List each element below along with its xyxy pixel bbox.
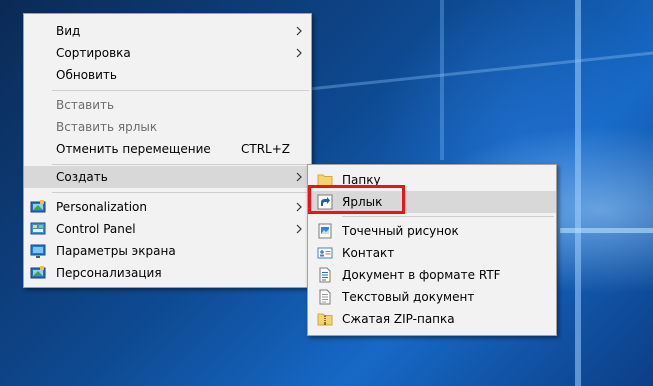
menu-item-view[interactable]: Вид (24, 20, 311, 42)
menu-item-label: Создать (56, 170, 108, 184)
rtf-document-icon (319, 267, 331, 283)
chevron-right-icon (296, 202, 302, 212)
menu-item-label: Вставить ярлык (56, 120, 158, 134)
submenu-item-text-document[interactable]: Текстовый документ (308, 286, 556, 308)
menu-item-label: Сортировка (56, 46, 131, 60)
submenu-item-label: Текстовый документ (342, 290, 475, 304)
menu-item-shortcut: CTRL+Z (240, 142, 290, 156)
display-monitor-icon (30, 244, 46, 258)
highlight-annotation-box (308, 185, 405, 214)
menu-item-undo-move[interactable]: Отменить перемещение CTRL+Z (24, 138, 311, 160)
menu-item-personalization[interactable]: Персонализация (24, 262, 311, 284)
submenu-item-rtf-document[interactable]: Документ в формате RTF (308, 264, 556, 286)
menu-item-label: Персонализация (56, 266, 162, 280)
menu-item-label: Control Panel (56, 222, 136, 236)
wallpaper-beam (440, 0, 444, 160)
menu-item-refresh[interactable]: Обновить (24, 64, 311, 86)
chevron-right-icon (296, 26, 302, 36)
menu-item-label: Personalization (56, 200, 147, 214)
personalization-icon (30, 266, 46, 279)
menu-item-label: Вставить (56, 98, 115, 112)
menu-item-label: Отменить перемещение (56, 142, 211, 156)
chevron-right-icon (296, 172, 302, 182)
menu-item-control-panel[interactable]: Control Panel (24, 218, 311, 240)
menu-item-paste-shortcut[interactable]: Вставить ярлык (24, 116, 311, 138)
control-panel-icon (30, 222, 46, 235)
submenu-item-bitmap[interactable]: Точечный рисунок (308, 220, 556, 242)
submenu-item-zip-folder[interactable]: Сжатая ZIP-папка (308, 308, 556, 330)
menu-item-paste[interactable]: Вставить (24, 94, 311, 116)
menu-item-label: Обновить (56, 68, 117, 82)
menu-item-label: Вид (56, 24, 81, 38)
wallpaper-beam (560, 228, 653, 233)
menu-separator (52, 90, 309, 91)
submenu-item-label: Сжатая ZIP-папка (342, 312, 455, 326)
personalization-icon (30, 200, 46, 213)
submenu-item-label: Документ в формате RTF (342, 268, 501, 282)
menu-separator (52, 164, 309, 165)
wallpaper-beam (575, 0, 581, 386)
text-document-icon (319, 289, 331, 305)
menu-item-sort[interactable]: Сортировка (24, 42, 311, 64)
zip-folder-icon (317, 313, 333, 326)
wallpaper-beam (300, 51, 653, 92)
menu-item-personalization-en[interactable]: Personalization (24, 196, 311, 218)
desktop-context-menu: Вид Сортировка Обновить Вставить Вставит… (23, 13, 312, 288)
contact-card-icon (317, 247, 333, 259)
chevron-right-icon (296, 48, 302, 58)
submenu-item-label: Контакт (342, 246, 395, 260)
menu-separator (342, 216, 554, 217)
menu-item-new[interactable]: Создать (24, 166, 311, 188)
chevron-right-icon (296, 224, 302, 234)
menu-item-label: Параметры экрана (56, 244, 176, 258)
menu-item-display-settings[interactable]: Параметры экрана (24, 240, 311, 262)
bitmap-image-icon (318, 223, 332, 239)
menu-separator (52, 192, 309, 193)
submenu-item-label: Точечный рисунок (342, 224, 459, 238)
submenu-item-contact[interactable]: Контакт (308, 242, 556, 264)
